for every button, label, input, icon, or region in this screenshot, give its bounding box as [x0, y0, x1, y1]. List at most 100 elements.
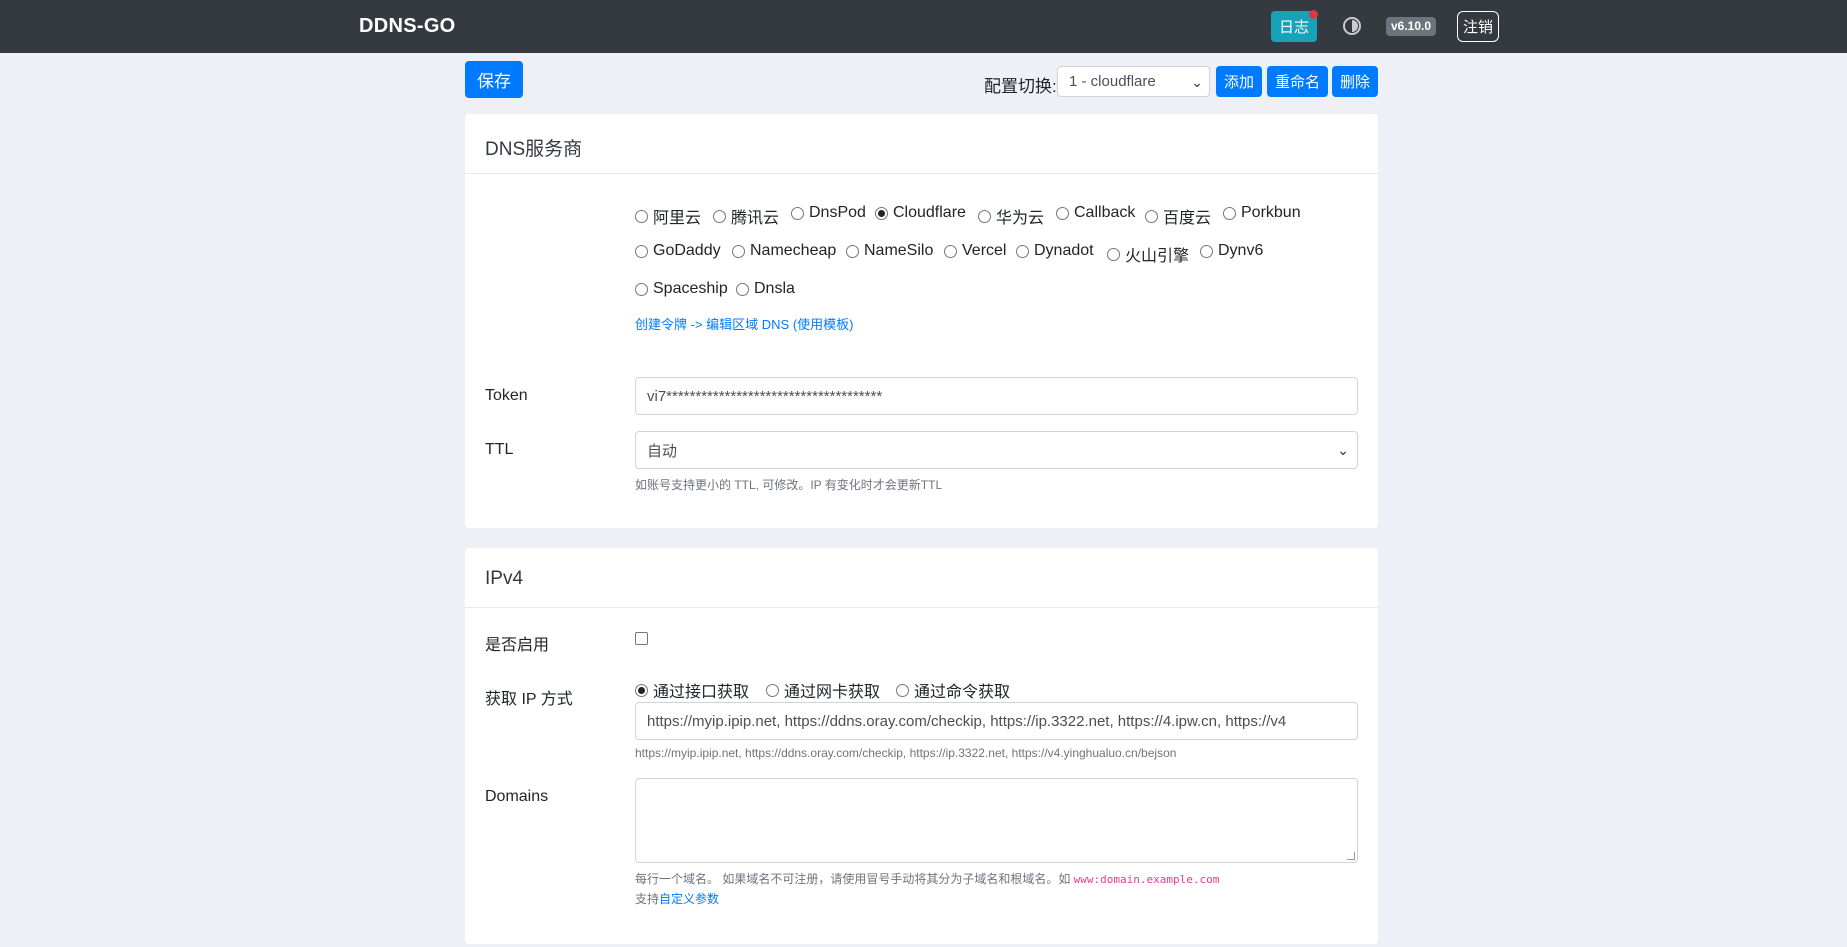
- provider-radio-volcengine[interactable]: 火山引擎: [1107, 242, 1189, 266]
- radio-circle[interactable]: [1016, 244, 1029, 258]
- chevron-down-icon: ⌄: [1337, 442, 1349, 458]
- provider-label: DnsPod: [809, 204, 866, 221]
- radio-circle[interactable]: [791, 206, 804, 220]
- ip-url-help-text: https://myip.ipip.net, https://ddns.oray…: [635, 746, 1177, 760]
- dns-provider-card: DNS服务商 阿里云 腾讯云 DnsPod Cloudflare 华为云 Cal…: [465, 114, 1378, 528]
- dns-card-title: DNS服务商: [485, 139, 583, 160]
- provider-label: GoDaddy: [653, 242, 721, 259]
- ipv4-enable-checkbox[interactable]: [635, 632, 648, 645]
- method-radio-cmd[interactable]: 通过命令获取: [896, 678, 1010, 702]
- ttl-label: TTL: [485, 441, 514, 458]
- method-label: 通过接口获取: [653, 684, 750, 701]
- version-badge[interactable]: v6.10.0: [1386, 17, 1437, 36]
- provider-label: 腾讯云: [731, 210, 780, 227]
- theme-toggle-icon[interactable]: [1342, 16, 1362, 36]
- ip-url-input-value: https://myip.ipip.net, https://ddns.oray…: [647, 712, 1287, 730]
- card-header: IPv4: [465, 548, 1378, 608]
- radio-circle[interactable]: [1107, 247, 1120, 261]
- domains-support-prefix: 支持: [635, 892, 660, 906]
- provider-label: 百度云: [1163, 210, 1212, 227]
- provider-radio-huawei[interactable]: 华为云: [978, 204, 1044, 228]
- method-radio-api[interactable]: 通过接口获取: [635, 678, 749, 702]
- log-button-label: 日志: [1278, 19, 1309, 36]
- domains-help-label: 每行一个域名。 如果域名不可注册，请使用冒号手动将其分为子域名和根域名。如: [635, 872, 1074, 886]
- radio-circle[interactable]: [1223, 206, 1236, 220]
- ipv4-enable-label: 是否启用: [485, 637, 550, 654]
- radio-circle[interactable]: [635, 244, 648, 258]
- rename-config-button[interactable]: 重命名: [1267, 66, 1328, 97]
- provider-label: Dynv6: [1218, 242, 1264, 259]
- provider-radio-spaceship[interactable]: Spaceship: [635, 280, 728, 298]
- radio-circle[interactable]: [736, 282, 749, 296]
- radio-circle-selected[interactable]: [635, 683, 648, 697]
- radio-circle[interactable]: [1056, 206, 1069, 220]
- domains-label: Domains: [485, 788, 549, 805]
- resize-grip-icon[interactable]: [1347, 852, 1355, 860]
- provider-label: Dnsla: [754, 280, 795, 297]
- provider-radio-cloudflare[interactable]: Cloudflare: [875, 204, 966, 222]
- ipv4-card-title: IPv4: [485, 568, 524, 589]
- token-input[interactable]: vi7*************************************: [635, 377, 1358, 415]
- ip-url-input[interactable]: https://myip.ipip.net, https://ddns.oray…: [635, 702, 1358, 740]
- radio-circle[interactable]: [896, 683, 909, 697]
- provider-radio-dynv6[interactable]: Dynv6: [1200, 242, 1263, 260]
- provider-radio-porkbun[interactable]: Porkbun: [1223, 204, 1301, 222]
- provider-radio-vercel[interactable]: Vercel: [944, 242, 1006, 260]
- provider-radio-baidu[interactable]: 百度云: [1145, 204, 1211, 228]
- ttl-help-text: 如账号支持更小的 TTL, 可修改。IP 有变化时才会更新TTL: [635, 478, 943, 492]
- provider-radio-tencent[interactable]: 腾讯云: [713, 204, 779, 228]
- add-config-button[interactable]: 添加: [1216, 66, 1262, 97]
- provider-radio-namecheap[interactable]: Namecheap: [732, 242, 836, 260]
- radio-circle[interactable]: [713, 209, 726, 223]
- radio-circle[interactable]: [846, 244, 859, 258]
- method-radio-nic[interactable]: 通过网卡获取: [766, 678, 880, 702]
- radio-circle[interactable]: [944, 244, 957, 258]
- provider-label: Spaceship: [653, 280, 728, 297]
- radio-circle[interactable]: [732, 244, 745, 258]
- provider-label: Cloudflare: [893, 204, 966, 221]
- token-input-value: vi7*************************************: [647, 387, 883, 405]
- save-button[interactable]: 保存: [465, 61, 523, 98]
- method-label: 通过命令获取: [914, 684, 1011, 701]
- chevron-down-icon: ⌄: [1191, 74, 1203, 90]
- provider-label: Vercel: [962, 242, 1007, 259]
- config-switch-label: 配置切换:: [984, 77, 1057, 96]
- ttl-select-value: 自动: [647, 442, 678, 460]
- log-notification-dot: [1309, 10, 1318, 19]
- domains-textarea[interactable]: [635, 778, 1358, 863]
- provider-radio-callback[interactable]: Callback: [1056, 204, 1135, 222]
- create-token-link[interactable]: 创建令牌 -> 编辑区域 DNS (使用模板): [635, 314, 853, 333]
- provider-radio-dnsla[interactable]: Dnsla: [736, 280, 795, 298]
- provider-label: Porkbun: [1241, 204, 1301, 221]
- provider-label: 阿里云: [653, 210, 702, 227]
- radio-circle[interactable]: [1200, 244, 1213, 258]
- radio-circle[interactable]: [635, 209, 648, 223]
- radio-circle[interactable]: [1145, 209, 1158, 223]
- provider-radio-dynadot[interactable]: Dynadot: [1016, 242, 1094, 260]
- delete-config-button[interactable]: 删除: [1332, 66, 1378, 97]
- top-navbar: DDNS-GO 日志 v6.10.0 注销: [0, 0, 1847, 53]
- provider-label: 华为云: [996, 210, 1045, 227]
- ttl-select[interactable]: 自动 ⌄: [635, 431, 1358, 469]
- provider-radio-dnspod[interactable]: DnsPod: [791, 204, 866, 222]
- provider-label: NameSilo: [864, 242, 934, 259]
- brand-logo[interactable]: DDNS-GO: [359, 15, 456, 38]
- custom-params-link[interactable]: 自定义参数: [659, 892, 719, 906]
- radio-circle[interactable]: [766, 683, 779, 697]
- config-select-value: 1 - cloudflare: [1069, 73, 1156, 90]
- method-label: 通过网卡获取: [784, 684, 881, 701]
- log-button[interactable]: 日志: [1271, 10, 1318, 42]
- domains-example-code: www:domain.example.com: [1073, 873, 1220, 886]
- radio-circle-selected[interactable]: [875, 206, 888, 220]
- domains-help-text: 每行一个域名。 如果域名不可注册，请使用冒号手动将其分为子域名和根域名。如 ww…: [635, 870, 1219, 887]
- provider-radio-namesilo[interactable]: NameSilo: [846, 242, 933, 260]
- logout-button[interactable]: 注销: [1457, 11, 1499, 42]
- provider-radio-aliyun[interactable]: 阿里云: [635, 204, 701, 228]
- get-ip-method-label: 获取 IP 方式: [485, 691, 573, 708]
- config-select[interactable]: 1 - cloudflare ⌄: [1057, 66, 1210, 97]
- radio-circle[interactable]: [978, 209, 991, 223]
- radio-circle[interactable]: [635, 282, 648, 296]
- provider-radio-godaddy[interactable]: GoDaddy: [635, 242, 721, 260]
- ipv4-card: IPv4 是否启用 获取 IP 方式 通过接口获取 通过网卡获取 通过命令获取 …: [465, 548, 1378, 944]
- provider-label: 火山引擎: [1125, 248, 1190, 265]
